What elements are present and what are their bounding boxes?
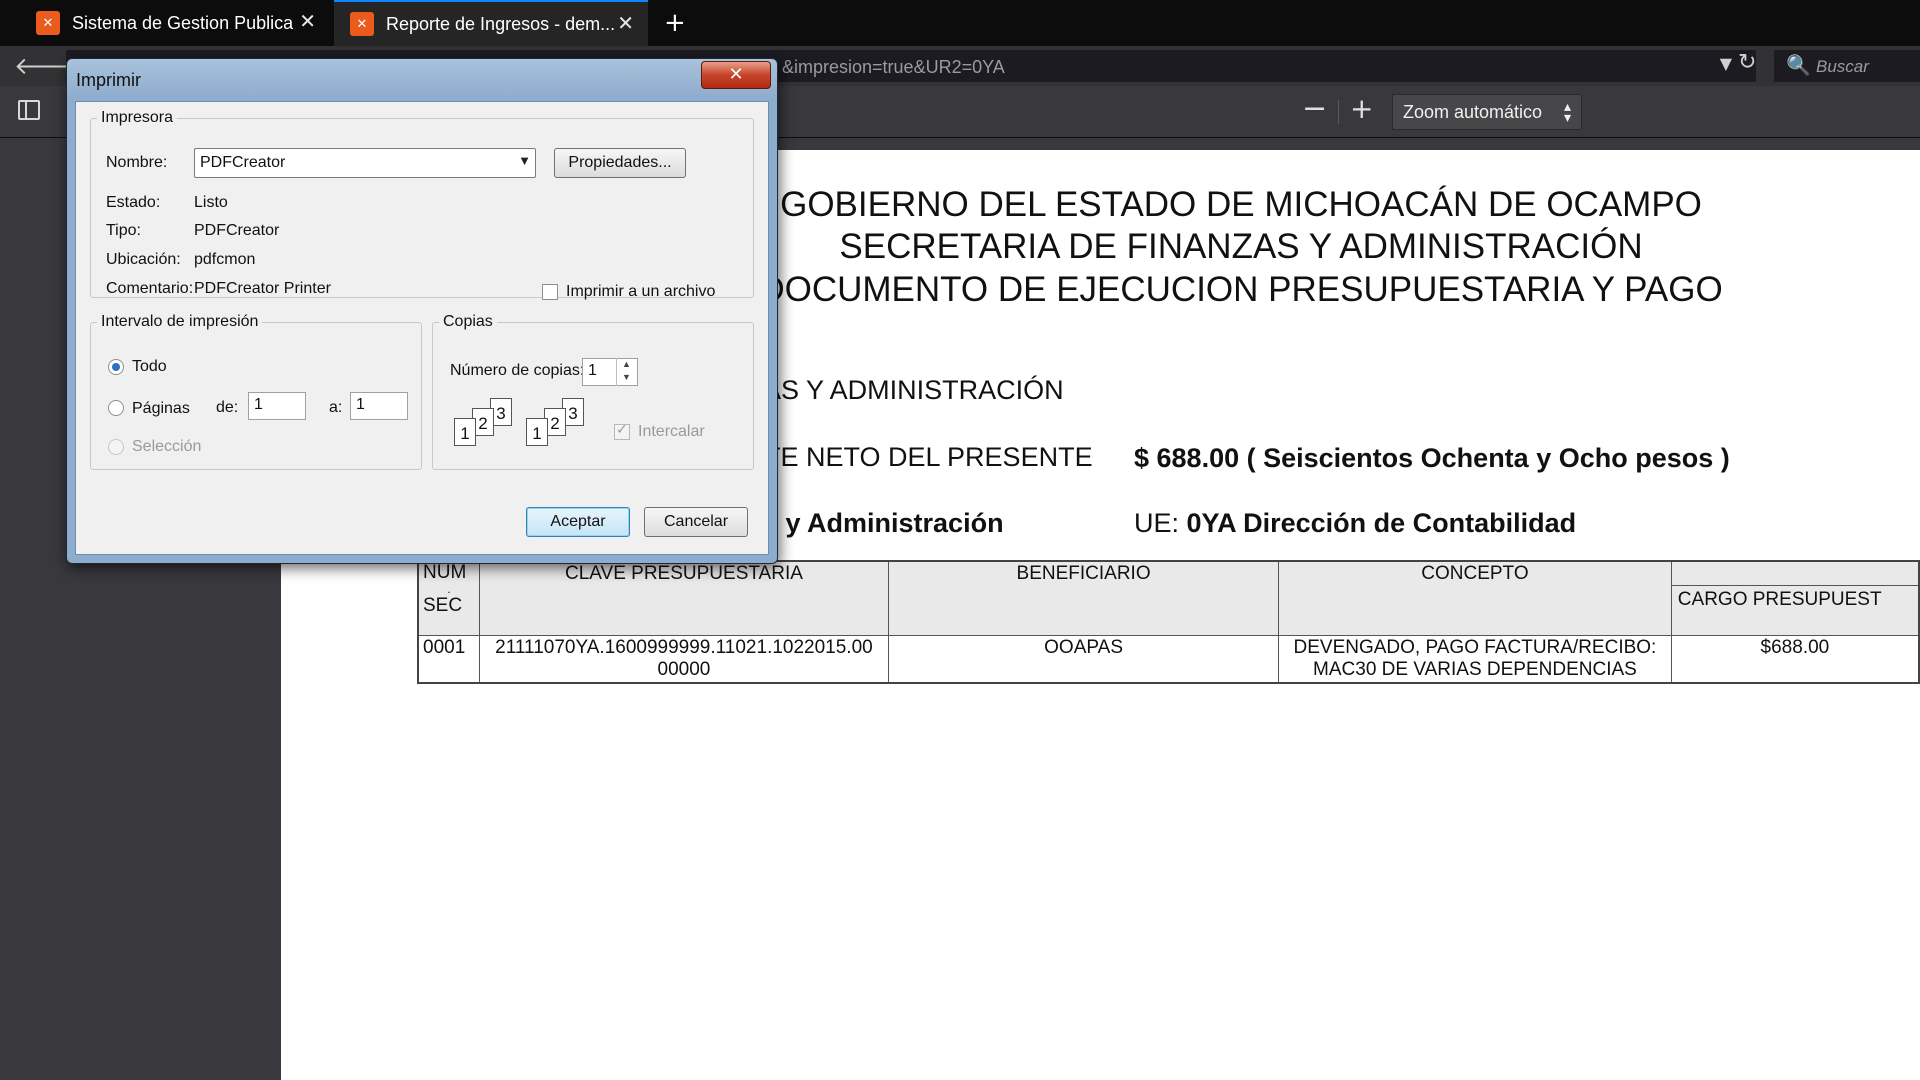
copies-label: Número de copias: (450, 362, 585, 379)
cancel-button[interactable]: Cancelar (644, 507, 748, 537)
header-text: NUM (423, 562, 467, 583)
collate-pages-icon: 3 2 1 (452, 398, 518, 450)
url-text: &impresion=true&UR2=0YA (782, 57, 1005, 77)
chevron-updown-icon: ▴ ▾ (1563, 98, 1571, 125)
tab-reporte-ingresos[interactable]: ✕ Reporte de Ingresos - dem... ✕ (334, 0, 648, 46)
new-tab-button[interactable]: + (664, 8, 686, 38)
header-beneficiario: BENEFICIARIO (888, 560, 1280, 636)
doc-title-line: SECRETARIA DE FINANZAS Y ADMINISTRACIÓN (839, 227, 1643, 266)
zoom-value: Zoom automático (1403, 102, 1543, 122)
name-label: Nombre: (106, 154, 168, 171)
to-page-input[interactable]: 1 (350, 392, 408, 420)
toolbar-separator (1338, 100, 1339, 124)
ok-button[interactable]: Aceptar (526, 507, 630, 537)
zoom-in-button[interactable]: + (1350, 94, 1373, 124)
xampp-icon: ✕ (350, 12, 374, 36)
sidebar-toggle-icon[interactable] (18, 100, 40, 120)
collate-pages-icon: 3 2 1 (524, 398, 590, 450)
doc-title-line: GOBIERNO DEL ESTADO DE MICHOACÁN DE OCAM… (780, 185, 1702, 224)
header-cargo-top (1671, 562, 1918, 586)
range-selection-radio[interactable] (108, 439, 124, 455)
xampp-icon: ✕ (36, 11, 60, 35)
page-sheet: 1 (454, 418, 476, 446)
budget-table: NUM . SEC CLAVE PRESUPUESTARIA BENEFICIA… (417, 560, 1920, 684)
print-dialog: Imprimir ✕ Impresora Nombre: PDFCreator … (66, 58, 778, 564)
properties-button[interactable]: Propiedades... (554, 148, 686, 178)
printer-name: PDFCreator (200, 154, 286, 171)
dialog-title: Imprimir (76, 70, 141, 90)
dialog-body: Impresora Nombre: PDFCreator ▼ Propiedad… (75, 101, 769, 555)
search-placeholder: Buscar (1816, 57, 1869, 76)
doc-amount-label: TE NETO DEL PRESENTE (764, 442, 1093, 472)
from-label: de: (216, 399, 239, 416)
tab-title: Reporte de Ingresos - dem... (386, 13, 616, 34)
print-to-file-checkbox[interactable] (542, 284, 558, 300)
location-label: Ubicación: (106, 251, 181, 268)
range-pages-radio[interactable] (108, 400, 124, 416)
cell-text: 00000 (657, 658, 711, 680)
from-page-input[interactable]: 1 (248, 392, 306, 420)
header-cargo: CARGO PRESUPUEST (1670, 560, 1920, 636)
close-icon[interactable]: ✕ (617, 13, 634, 35)
close-icon[interactable]: ✕ (299, 11, 316, 33)
cell-text: DEVENGADO, PAGO FACTURA/RECIBO: (1293, 636, 1657, 658)
tab-title: Sistema de Gestion Publica (72, 12, 294, 33)
group-label: Impresora (97, 109, 178, 127)
doc-ue: UE: 0YA Dirección de Contabilidad (1134, 508, 1576, 539)
range-all-label: Todo (132, 358, 167, 375)
doc-title-line: DOCUMENTO DE EJECUCION PRESUPUESTARIA Y … (759, 270, 1723, 309)
chevron-down-icon[interactable]: ▼ (1720, 54, 1732, 73)
print-to-file-label: Imprimir a un archivo (566, 283, 716, 300)
cell-text: MAC30 DE VARIAS DEPENDENCIAS (1313, 658, 1637, 680)
cell-cargo: $688.00 (1670, 634, 1920, 683)
doc-ur-fragment: s y Administración (763, 508, 1004, 538)
close-icon[interactable]: ✕ (701, 61, 771, 89)
range-all-radio[interactable] (108, 359, 124, 375)
printer-select[interactable]: PDFCreator ▼ (194, 148, 536, 178)
cell-text: 21111070YA.1600999999.11021.1022015.00 (495, 636, 873, 658)
cell-beneficiario: OOAPAS (888, 634, 1280, 683)
header-concepto: CONCEPTO (1278, 560, 1672, 636)
collate-label: Intercalar (638, 423, 705, 440)
range-pages-label: Páginas (132, 400, 190, 417)
tab-bar: ✕ Sistema de Gestion Publica ✕ ✕ Reporte… (0, 0, 1920, 46)
copies-spinner[interactable]: ▲ ▼ (616, 358, 636, 386)
group-label: Copias (439, 313, 497, 331)
comment-value: PDFCreator Printer (194, 280, 331, 297)
page-sheet: 1 (526, 418, 548, 446)
type-label: Tipo: (106, 222, 141, 239)
comment-label: Comentario: (106, 280, 194, 297)
tab-sistema-gestion[interactable]: ✕ Sistema de Gestion Publica ✕ (20, 0, 330, 46)
status-value: Listo (194, 194, 228, 211)
header-text: SEC (423, 595, 463, 616)
header-text: . (447, 582, 451, 596)
status-label: Estado: (106, 194, 161, 211)
search-icon: 🔍 (1786, 53, 1811, 77)
zoom-out-button[interactable]: − (1302, 94, 1327, 124)
table-row: 0001 21111070YA.1600999999.11021.1022015… (417, 634, 1920, 683)
header-text: CARGO PRESUPUEST (1677, 589, 1882, 610)
search-bar[interactable]: 🔍 Buscar (1774, 50, 1920, 82)
cell-num: 0001 (417, 634, 480, 683)
location-value: pdfcmon (194, 251, 256, 268)
cell-concepto: DEVENGADO, PAGO FACTURA/RECIBO: MAC30 DE… (1278, 634, 1672, 683)
cell-clave: 21111070YA.1600999999.11021.1022015.00 0… (478, 634, 890, 683)
reload-icon[interactable]: ↻ (1738, 50, 1756, 75)
collate-checkbox[interactable] (614, 422, 630, 440)
header-num: NUM . SEC (417, 560, 480, 636)
header-clave: CLAVE PRESUPUESTARIA (478, 560, 890, 636)
group-label: Intervalo de impresión (97, 313, 263, 331)
doc-ue-label: UE: (1134, 508, 1180, 538)
table-header-row: NUM . SEC CLAVE PRESUPUESTARIA BENEFICIA… (417, 560, 1920, 636)
doc-dependency: AS Y ADMINISTRACIÓN (763, 375, 1064, 405)
to-label: a: (329, 399, 343, 416)
copies-value: 1 (588, 362, 597, 379)
doc-amount-value: $ 688.00 ( Seiscientos Ochenta y Ocho pe… (1134, 443, 1730, 473)
zoom-select[interactable]: Zoom automático ▴ ▾ (1392, 94, 1582, 130)
doc-ue-value: 0YA Dirección de Contabilidad (1186, 508, 1577, 538)
type-value: PDFCreator (194, 222, 280, 239)
printer-group: Impresora (90, 109, 754, 298)
range-selection-label: Selección (132, 438, 202, 455)
chevron-down-icon: ▼ (518, 153, 531, 168)
